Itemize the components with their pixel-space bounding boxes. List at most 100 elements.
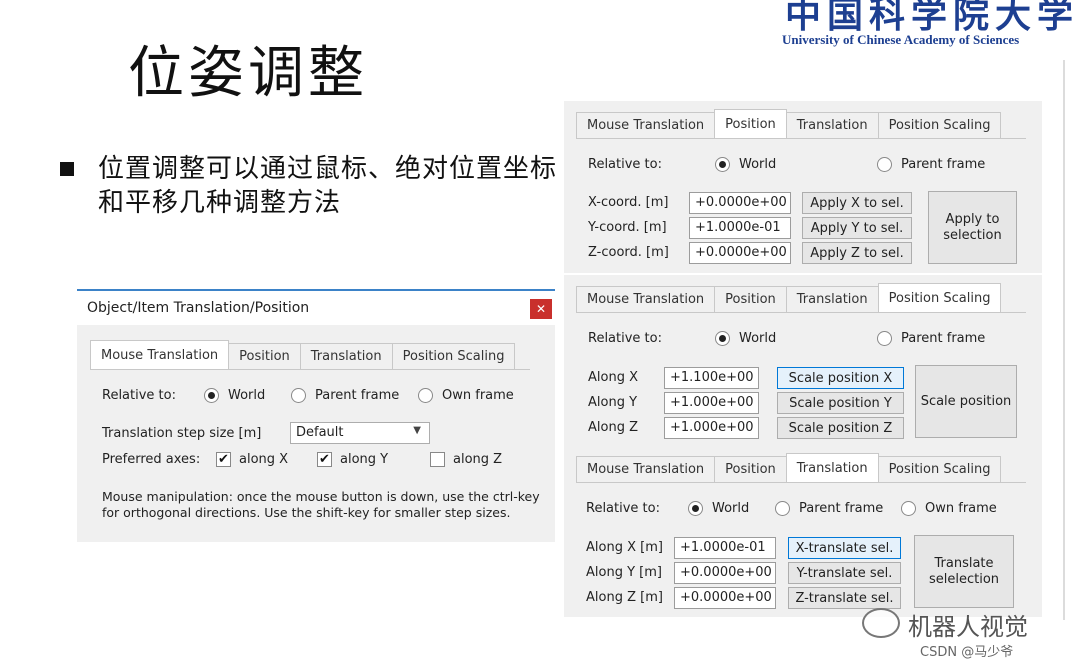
step-size-select[interactable]: Default ▼: [290, 422, 430, 444]
apply-x-button[interactable]: Apply X to sel.: [802, 192, 912, 214]
y-translate-button[interactable]: Y-translate sel.: [788, 562, 901, 584]
tab-translation[interactable]: Translation: [785, 112, 879, 138]
apply-z-button[interactable]: Apply Z to sel.: [802, 242, 912, 264]
checkbox-along-z-label: along Z: [453, 452, 503, 467]
scale-position-button[interactable]: Scale position: [915, 365, 1017, 438]
step-size-value: Default: [296, 425, 344, 440]
position-panel: Mouse Translation Position Translation P…: [564, 101, 1042, 273]
bullet-icon: [60, 162, 74, 176]
translation-panel: Mouse Translation Position Translation P…: [564, 445, 1042, 617]
tab-position-scaling[interactable]: Position Scaling: [877, 456, 1002, 482]
position-tab-bar: Mouse Translation Position Translation P…: [576, 109, 1002, 138]
slide-divider: [1063, 60, 1065, 620]
radio-world-label: World: [739, 331, 777, 346]
translation-tab-bar: Mouse Translation Position Translation P…: [576, 453, 1002, 482]
along-x-label: Along X: [588, 370, 638, 385]
relative-to-label: Relative to:: [588, 331, 662, 346]
scaling-tab-bar: Mouse Translation Position Translation P…: [576, 283, 1002, 312]
position-scaling-panel: Mouse Translation Position Translation P…: [564, 275, 1042, 447]
tab-mouse-translation[interactable]: Mouse Translation: [576, 456, 716, 482]
checkbox-along-y-label: along Y: [340, 452, 389, 467]
dialog-tab-bar: Mouse Translation Position Translation P…: [90, 340, 516, 369]
scale-z-input[interactable]: +1.000e+00: [664, 417, 759, 439]
checkbox-along-z[interactable]: [430, 452, 445, 467]
radio-parent-frame[interactable]: [291, 388, 306, 403]
relative-to-label: Relative to:: [588, 157, 662, 172]
radio-world[interactable]: [715, 331, 730, 346]
tab-underline: [576, 138, 1026, 139]
checkbox-along-x[interactable]: ✔: [216, 452, 231, 467]
y-coord-label: Y-coord. [m]: [588, 220, 667, 235]
radio-own-frame[interactable]: [901, 501, 916, 516]
translate-x-input[interactable]: +1.0000e-01: [674, 537, 776, 559]
tab-position[interactable]: Position: [714, 456, 787, 482]
along-z-label: Along Z: [588, 420, 638, 435]
wechat-icon: [862, 608, 900, 638]
y-coord-input[interactable]: +1.0000e-01: [689, 217, 791, 239]
checkbox-along-y[interactable]: ✔: [317, 452, 332, 467]
scale-position-x-button[interactable]: Scale position X: [777, 367, 904, 389]
tab-underline: [576, 482, 1026, 483]
radio-own-frame-label: Own frame: [442, 388, 514, 403]
chevron-down-icon: ▼: [413, 425, 421, 436]
tab-position-scaling[interactable]: Position Scaling: [391, 343, 516, 369]
radio-parent-frame[interactable]: [877, 331, 892, 346]
tab-translation[interactable]: Translation: [299, 343, 393, 369]
apply-to-selection-button[interactable]: Apply to selection: [928, 191, 1017, 264]
z-translate-button[interactable]: Z-translate sel.: [788, 587, 901, 609]
dialog-title-bar: Object/Item Translation/Position ✕: [77, 289, 555, 325]
translate-selection-button[interactable]: Translate selelection: [914, 535, 1014, 608]
radio-world[interactable]: [688, 501, 703, 516]
radio-parent-frame[interactable]: [877, 157, 892, 172]
radio-world[interactable]: [204, 388, 219, 403]
translate-z-input[interactable]: +0.0000e+00: [674, 587, 776, 609]
checkbox-along-x-label: along X: [239, 452, 289, 467]
radio-parent-frame[interactable]: [775, 501, 790, 516]
x-coord-input[interactable]: +0.0000e+00: [689, 192, 791, 214]
relative-to-label: Relative to:: [102, 388, 176, 403]
preferred-axes-label: Preferred axes:: [102, 452, 201, 467]
radio-parent-frame-label: Parent frame: [315, 388, 400, 403]
dialog-title: Object/Item Translation/Position: [87, 300, 310, 316]
step-size-label: Translation step size [m]: [102, 426, 262, 441]
scale-y-input[interactable]: +1.000e+00: [664, 392, 759, 414]
apply-y-button[interactable]: Apply Y to sel.: [802, 217, 912, 239]
watermark-text: 机器人视觉: [908, 613, 1028, 641]
tab-position[interactable]: Position: [714, 286, 787, 312]
radio-world-label: World: [228, 388, 266, 403]
radio-world[interactable]: [715, 157, 730, 172]
tab-position[interactable]: Position: [228, 343, 301, 369]
along-y-label: Along Y: [588, 395, 638, 410]
tab-translation[interactable]: Translation: [785, 453, 879, 482]
scale-position-y-button[interactable]: Scale position Y: [777, 392, 904, 414]
x-coord-label: X-coord. [m]: [588, 195, 669, 210]
radio-parent-frame-label: Parent frame: [799, 501, 884, 516]
along-x-label: Along X [m]: [586, 540, 663, 555]
relative-to-label: Relative to:: [586, 501, 660, 516]
bullet-text: 位置调整可以通过鼠标、绝对位置坐标和平移几种调整方法: [98, 154, 558, 218]
tab-mouse-translation[interactable]: Mouse Translation: [576, 286, 716, 312]
tab-position-scaling[interactable]: Position Scaling: [877, 112, 1002, 138]
tab-underline: [576, 312, 1026, 313]
tab-underline: [90, 369, 530, 370]
radio-own-frame[interactable]: [418, 388, 433, 403]
z-coord-label: Z-coord. [m]: [588, 245, 669, 260]
tab-mouse-translation[interactable]: Mouse Translation: [576, 112, 716, 138]
slide-title: 位姿调整: [128, 41, 368, 106]
radio-parent-frame-label: Parent frame: [901, 331, 986, 346]
z-coord-input[interactable]: +0.0000e+00: [689, 242, 791, 264]
tab-mouse-translation[interactable]: Mouse Translation: [90, 340, 230, 369]
radio-parent-frame-label: Parent frame: [901, 157, 986, 172]
radio-own-frame-label: Own frame: [925, 501, 997, 516]
x-translate-button[interactable]: X-translate sel.: [788, 537, 901, 559]
tab-position[interactable]: Position: [714, 109, 787, 138]
tab-translation[interactable]: Translation: [785, 286, 879, 312]
translate-y-input[interactable]: +0.0000e+00: [674, 562, 776, 584]
radio-world-label: World: [712, 501, 750, 516]
university-logo-english: University of Chinese Academy of Science…: [782, 32, 1020, 47]
tab-position-scaling[interactable]: Position Scaling: [877, 283, 1002, 312]
mouse-translation-dialog: Mouse Translation Position Translation P…: [77, 325, 555, 542]
scale-x-input[interactable]: +1.100e+00: [664, 367, 759, 389]
close-icon[interactable]: ✕: [530, 299, 552, 319]
scale-position-z-button[interactable]: Scale position Z: [777, 417, 904, 439]
